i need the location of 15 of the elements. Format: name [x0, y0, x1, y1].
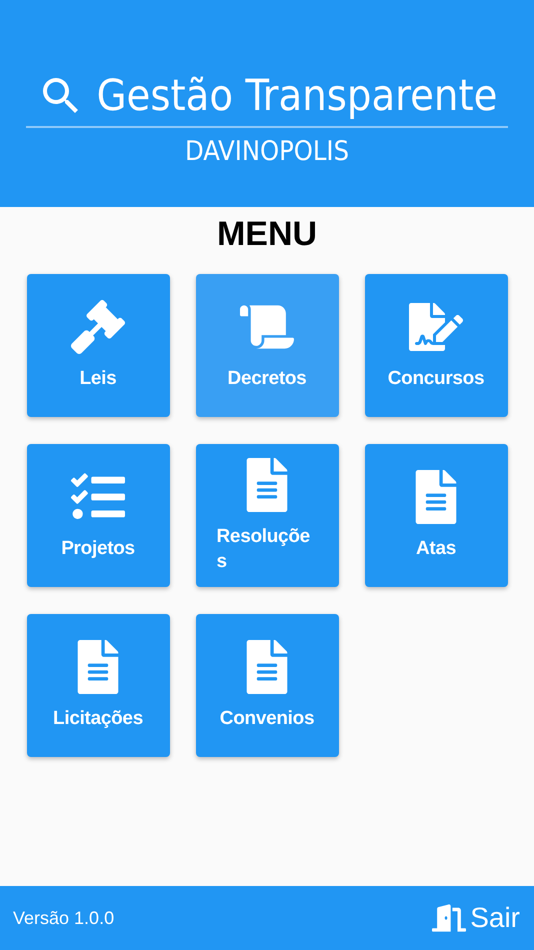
- menu-tile[interactable]: Concursos: [364, 274, 508, 417]
- menu-heading: MENU: [216, 214, 318, 255]
- logout-button[interactable]: Sair: [432, 897, 520, 939]
- menu-tile[interactable]: Projetos: [26, 444, 170, 587]
- menu-tile[interactable]: Convenios: [196, 614, 338, 757]
- menu-tile[interactable]: Decretos: [196, 274, 338, 417]
- menu-tile[interactable]: Licitações: [26, 614, 170, 757]
- gavel-icon: [71, 300, 125, 354]
- version-text: Versão 1.0.0: [13, 906, 114, 930]
- menu-tile[interactable]: Leis: [26, 274, 170, 417]
- menu-tile[interactable]: Atas: [364, 444, 508, 587]
- app-title: Gestão Transparente: [96, 70, 498, 122]
- document-pen-icon: [409, 300, 463, 354]
- menu-tile[interactable]: Resoluções: [196, 444, 338, 587]
- city-name: DAVINOPOLIS: [184, 135, 350, 169]
